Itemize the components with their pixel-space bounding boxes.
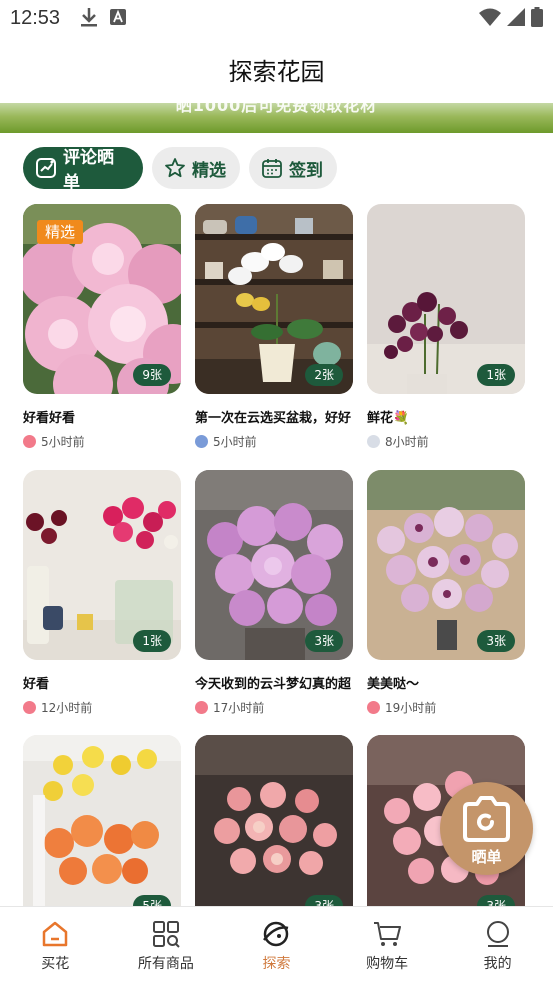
signal-icon — [507, 8, 525, 26]
nav-item-cart[interactable]: 购物车 — [332, 907, 443, 984]
post-card[interactable]: 1张 鲜花💐 8小时前 — [367, 204, 525, 450]
camera-icon — [463, 796, 510, 842]
post-time: 17小时前 — [213, 701, 265, 715]
post-title: 今天收到的云斗梦幻真的超 — [195, 677, 352, 692]
download-icon — [81, 8, 97, 27]
calendar-icon — [262, 159, 282, 178]
profile-icon — [486, 921, 509, 947]
post-meta: 5小时前 — [23, 433, 181, 450]
battery-icon — [531, 7, 543, 27]
chart-review-icon — [36, 158, 56, 178]
wifi-icon — [479, 8, 501, 26]
post-image[interactable]: 2张 — [195, 204, 353, 394]
post-image[interactable]: 1张 — [23, 470, 181, 660]
post-image[interactable]: 3张 — [195, 470, 353, 660]
filter-chip-label: 评论晒单 — [63, 148, 114, 193]
post-card[interactable]: 精选 9张 好看好看 5小时前 — [23, 204, 181, 450]
post-image[interactable]: 3张 — [195, 735, 353, 925]
filter-chip-label: 签到 — [289, 160, 323, 181]
post-card[interactable]: 3张 今天收到的云斗梦幻真的超 17小时前 — [195, 470, 353, 716]
photo-count-pill: 9张 — [133, 364, 171, 386]
nav-label: 探索 — [262, 956, 291, 972]
featured-badge: 精选 — [37, 220, 84, 244]
font-app-icon — [110, 9, 126, 25]
nav-label: 我的 — [483, 956, 512, 972]
nav-label: 买花 — [41, 956, 70, 972]
post-image[interactable]: 1张 — [367, 204, 525, 394]
post-title: 好看好看 — [23, 411, 76, 426]
post-meta: 8小时前 — [367, 433, 525, 450]
post-image[interactable]: 精选 9张 — [23, 204, 181, 394]
post-title: 鲜花💐 — [367, 411, 410, 426]
avatar — [367, 701, 380, 714]
status-left-icons — [80, 7, 126, 27]
banner-text: 晒1000后可免费领取花材 — [175, 103, 378, 115]
nav-item-explore[interactable]: 探索 — [221, 907, 332, 984]
post-time: 5小时前 — [41, 435, 85, 449]
filter-chip-reviews[interactable]: 评论晒单 — [23, 147, 143, 193]
filter-chip-featured[interactable]: 精选 — [152, 147, 240, 189]
post-meta: 12小时前 — [23, 699, 181, 716]
post-time: 12小时前 — [41, 701, 93, 715]
status-right-icons — [479, 7, 543, 27]
post-title: 好看 — [23, 677, 50, 692]
photo-count-pill: 2张 — [305, 364, 343, 386]
filter-chip-checkin[interactable]: 签到 — [249, 147, 337, 189]
filter-tabs: 评论晒单 精选 签到 — [23, 147, 337, 193]
promo-banner[interactable]: 晒1000后可免费领取花材 — [0, 103, 553, 133]
photo-count-pill: 3张 — [305, 630, 343, 652]
status-bar: 12:53 — [0, 0, 553, 36]
post-title: 美美哒～ — [367, 677, 420, 692]
avatar — [23, 435, 36, 448]
filter-chip-label: 精选 — [192, 160, 226, 181]
fab-label: 晒单 — [471, 848, 502, 866]
status-time: 12:53 — [10, 7, 61, 29]
post-card[interactable]: 3张 美美哒～ 19小时前 — [367, 470, 525, 716]
bottom-nav: 买花 所有商品 探索 购物车 我的 — [0, 906, 553, 984]
share-review-fab[interactable]: 晒单 — [440, 782, 533, 875]
page-title: 探索花园 — [228, 58, 325, 86]
nav-item-all-products[interactable]: 所有商品 — [111, 907, 222, 984]
avatar — [195, 701, 208, 714]
post-card[interactable]: 5张 — [23, 735, 181, 925]
post-card[interactable]: 3张 — [195, 735, 353, 925]
home-icon — [43, 921, 68, 947]
post-time: 5小时前 — [213, 435, 257, 449]
avatar — [23, 701, 36, 714]
post-meta: 19小时前 — [367, 699, 525, 716]
nav-label: 购物车 — [366, 956, 409, 972]
planet-icon — [263, 921, 289, 947]
post-card[interactable]: 1张 好看 12小时前 — [23, 470, 181, 716]
post-image[interactable]: 3张 — [367, 470, 525, 660]
photo-count-pill: 3张 — [477, 630, 515, 652]
nav-item-buy-flowers[interactable]: 买花 — [0, 907, 111, 984]
post-title: 第一次在云选买盆栽，好好 — [195, 411, 352, 426]
post-meta: 17小时前 — [195, 699, 353, 716]
post-time: 19小时前 — [385, 701, 437, 715]
avatar — [195, 435, 208, 448]
grid-search-icon — [152, 921, 180, 948]
nav-item-profile[interactable]: 我的 — [442, 907, 553, 984]
post-meta: 5小时前 — [195, 433, 353, 450]
post-card[interactable]: 2张 第一次在云选买盆栽，好好 5小时前 — [195, 204, 353, 450]
post-time: 8小时前 — [385, 435, 429, 449]
star-icon — [165, 158, 185, 178]
avatar — [367, 435, 380, 448]
nav-label: 所有商品 — [137, 956, 194, 972]
cart-icon — [374, 922, 402, 946]
photo-count-pill: 1张 — [477, 364, 515, 386]
post-image[interactable]: 5张 — [23, 735, 181, 925]
photo-count-pill: 1张 — [133, 630, 171, 652]
